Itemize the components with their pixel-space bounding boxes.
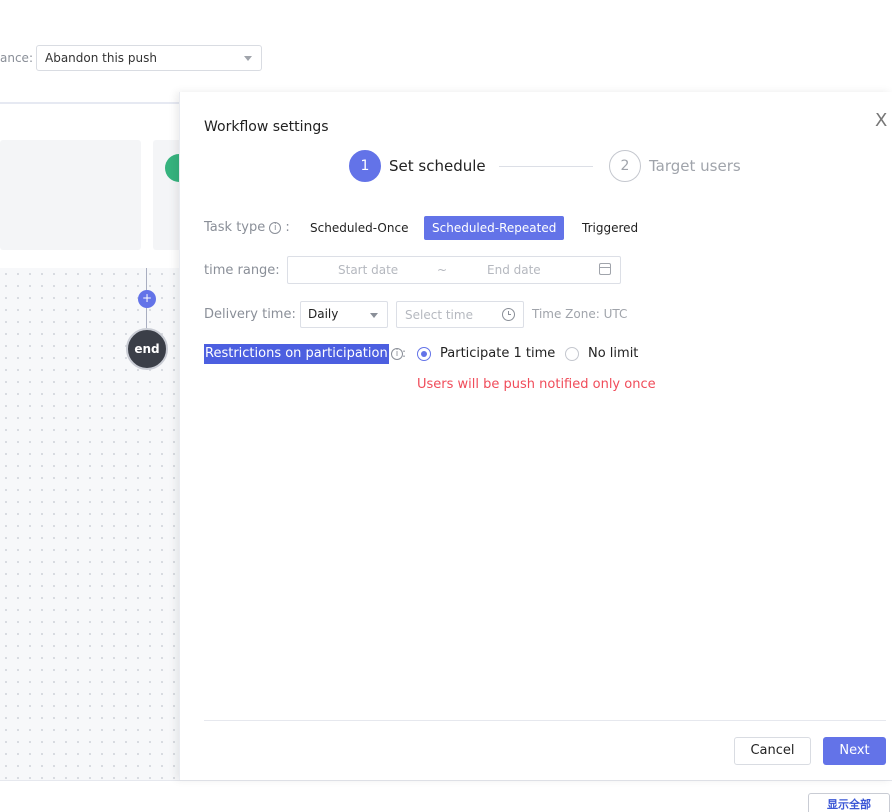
- background-select[interactable]: Abandon this push: [36, 45, 262, 71]
- step-label: Target users: [649, 157, 741, 175]
- label-colon: :: [402, 346, 407, 360]
- task-type-option-triggered[interactable]: Triggered: [574, 216, 646, 240]
- frequency-value: Daily: [308, 307, 339, 321]
- next-button[interactable]: Next: [823, 737, 886, 765]
- time-picker[interactable]: Select time: [396, 301, 524, 328]
- restriction-warning: Users will be push notified only once: [417, 377, 656, 392]
- task-type-option-scheduled-once[interactable]: Scheduled-Once: [302, 216, 416, 240]
- app-root: ance: Abandon this push + end 显示全部 Workf…: [0, 0, 892, 812]
- task-type-label-text: Task type: [204, 220, 266, 235]
- time-placeholder: Select time: [405, 308, 473, 322]
- workflow-settings-drawer: Workflow settings X 1 Set schedule 2 Tar…: [179, 92, 892, 780]
- step-number: 1: [349, 150, 381, 182]
- radio-no-limit[interactable]: No limit: [565, 346, 638, 361]
- bottom-bar: [0, 780, 892, 812]
- task-type-option-scheduled-repeated[interactable]: Scheduled-Repeated: [424, 216, 565, 240]
- frequency-select[interactable]: Daily: [300, 301, 388, 328]
- range-separator: ~: [437, 263, 448, 277]
- calendar-icon: [599, 263, 611, 275]
- radio-label: No limit: [588, 346, 639, 361]
- workflow-node-card[interactable]: [0, 140, 141, 250]
- end-date-input[interactable]: End date: [487, 263, 541, 277]
- start-date-input[interactable]: Start date: [338, 263, 398, 277]
- radio-label: Participate 1 time: [440, 346, 556, 361]
- background-field-label: ance:: [0, 51, 33, 65]
- chevron-down-icon: [244, 56, 252, 61]
- radio-unchecked-icon: [565, 346, 579, 361]
- chevron-down-icon: [370, 313, 378, 318]
- radio-checked-icon: [417, 346, 431, 361]
- drawer-title: Workflow settings: [204, 119, 329, 135]
- step-target-users[interactable]: 2 Target users: [609, 150, 741, 182]
- add-node-button[interactable]: +: [138, 290, 156, 308]
- delivery-time-label: Delivery time:: [204, 307, 296, 322]
- cancel-button[interactable]: Cancel: [734, 737, 811, 765]
- end-node[interactable]: end: [126, 328, 168, 370]
- step-number: 2: [609, 150, 641, 182]
- background-select-value: Abandon this push: [45, 51, 157, 65]
- info-icon[interactable]: i: [269, 222, 282, 234]
- step-set-schedule[interactable]: 1 Set schedule: [349, 150, 486, 182]
- time-range-picker[interactable]: Start date ~ End date: [287, 256, 621, 284]
- step-connector: [499, 166, 593, 167]
- step-label: Set schedule: [389, 157, 486, 175]
- clock-icon: [502, 308, 515, 321]
- restrictions-label: Restrictions on participation: [204, 344, 389, 364]
- label-colon: :: [281, 220, 290, 235]
- time-range-label: time range:: [204, 263, 280, 278]
- task-type-label: Task type i :: [204, 220, 290, 235]
- close-icon[interactable]: X: [875, 112, 887, 130]
- timezone-text: Time Zone: UTC: [532, 307, 628, 321]
- radio-participate-once[interactable]: Participate 1 time: [417, 346, 555, 361]
- show-all-button[interactable]: 显示全部: [808, 793, 890, 812]
- footer-divider: [204, 720, 886, 721]
